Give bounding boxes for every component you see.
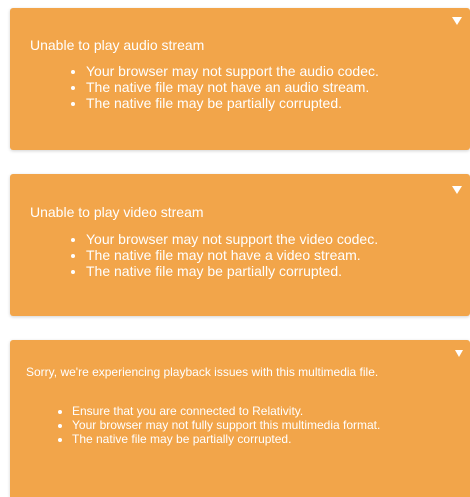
alert-title: Sorry, we're experiencing playback issue… bbox=[26, 365, 379, 379]
list-item: Ensure that you are connected to Relativ… bbox=[72, 404, 452, 418]
list-item: The native file may be partially corrupt… bbox=[72, 432, 452, 446]
audio-stream-error-alert: Unable to play audio stream Your browser… bbox=[10, 8, 470, 150]
list-item: The native file may be partially corrupt… bbox=[86, 95, 379, 111]
collapse-triangle-icon[interactable] bbox=[455, 350, 463, 357]
list-item: The native file may not have a video str… bbox=[86, 247, 378, 263]
alert-title: Unable to play audio stream bbox=[30, 37, 205, 53]
list-item: The native file may be partially corrupt… bbox=[86, 263, 378, 279]
alert-reason-list: Ensure that you are connected to Relativ… bbox=[58, 404, 452, 446]
alert-title: Unable to play video stream bbox=[30, 204, 204, 220]
alert-reason-list: Your browser may not support the audio c… bbox=[70, 63, 379, 111]
collapse-triangle-icon[interactable] bbox=[452, 186, 462, 194]
alert-reason-list: Your browser may not support the video c… bbox=[70, 231, 378, 279]
collapse-triangle-icon[interactable] bbox=[452, 17, 462, 25]
list-item: Your browser may not support the video c… bbox=[86, 231, 378, 247]
video-stream-error-alert: Unable to play video stream Your browser… bbox=[10, 174, 470, 316]
list-item: Your browser may not fully support this … bbox=[72, 418, 452, 432]
playback-issues-alert: Sorry, we're experiencing playback issue… bbox=[10, 340, 470, 497]
list-item: The native file may not have an audio st… bbox=[86, 79, 379, 95]
list-item: Your browser may not support the audio c… bbox=[86, 63, 379, 79]
